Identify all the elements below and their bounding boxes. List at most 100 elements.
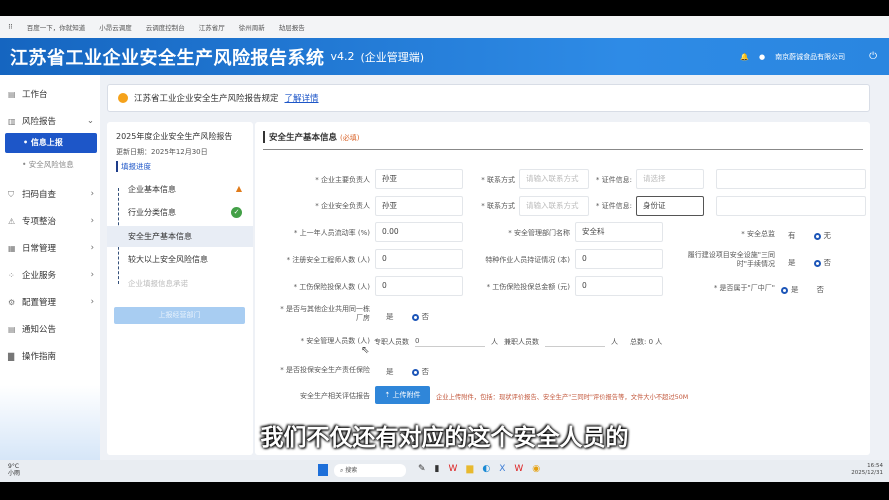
main-person-input[interactable]: 孙亚 bbox=[375, 169, 463, 189]
contact-input[interactable]: 请输入联系方式 bbox=[519, 169, 589, 189]
chevron-right-icon: › bbox=[90, 189, 94, 199]
bookmark[interactable]: 徐州周新 bbox=[239, 22, 265, 32]
label: * 安全管理人员数 (人) bbox=[300, 337, 370, 345]
apps-icon[interactable]: ⠿ bbox=[8, 23, 13, 31]
warning-icon: ▲ bbox=[235, 184, 242, 193]
sidebar-item-label: 日常管理 bbox=[22, 244, 57, 254]
folder-icon[interactable]: ▆ bbox=[466, 464, 473, 474]
step-major-risk[interactable]: 较大以上安全风险信息 bbox=[114, 254, 244, 265]
report-icon: ▥ bbox=[8, 116, 16, 126]
step-industry[interactable]: 行业分类信息 ✓ bbox=[114, 207, 244, 219]
notice-icon: ▤ bbox=[8, 324, 16, 334]
upload-button[interactable]: ⇡ 上传附件 bbox=[375, 386, 430, 404]
sidebar-item-label: 风险报告 bbox=[22, 117, 57, 127]
insurance-radio[interactable]: 是否 bbox=[386, 366, 429, 377]
app-icon[interactable]: ✎ bbox=[418, 464, 426, 474]
label: * 注册安全工程师人数 (人) bbox=[286, 256, 370, 264]
wps-icon[interactable]: W bbox=[514, 464, 523, 474]
notice-text: 江苏省工业企业安全生产风险报告规定 bbox=[134, 94, 279, 104]
label: * 企业安全负责人 bbox=[315, 202, 370, 210]
step-safety-basic[interactable]: 安全生产基本信息 bbox=[107, 226, 253, 247]
bell-icon[interactable]: 🔔 bbox=[740, 53, 749, 61]
label: * 是否投保安全生产责任保险 bbox=[280, 366, 370, 374]
grid-icon: ⁘ bbox=[8, 270, 15, 280]
notice-link[interactable]: 了解详情 bbox=[285, 92, 319, 104]
power-icon[interactable]: ⏻ bbox=[869, 51, 877, 62]
version: v4.2 bbox=[330, 50, 355, 63]
shared-radio[interactable]: 是否 bbox=[386, 311, 429, 322]
dept-input[interactable]: 安全科 bbox=[575, 222, 663, 242]
injury-count-input[interactable]: 0 bbox=[375, 276, 463, 296]
label: * 上一年人员流动率 (%) bbox=[293, 229, 370, 237]
sidebar-item-service[interactable]: ⁘ 企业服务 › bbox=[8, 265, 98, 285]
bookmark[interactable]: 百度一下，你就知道 bbox=[27, 22, 86, 32]
progress-heading: 填报进度 bbox=[116, 161, 151, 172]
step-label: 安全生产基本信息 bbox=[128, 232, 192, 241]
dashboard-icon: ▤ bbox=[8, 89, 16, 99]
parttime-input[interactable] bbox=[545, 337, 605, 347]
label: * 联系方式 bbox=[481, 176, 515, 184]
progress-panel: 2025年度企业安全生产风险报告 更新日期：2025年12月30日 填报进度 企… bbox=[107, 122, 253, 455]
sidebar-item-notice[interactable]: ▤ 通知公告 bbox=[8, 319, 98, 339]
sidebar-item-label: 扫码自查 bbox=[22, 190, 57, 200]
chevron-down-icon: ⌄ bbox=[86, 116, 94, 126]
company-name[interactable]: 南京蔚诚食品有限公司 bbox=[775, 52, 845, 62]
sidebar-item-risk-report[interactable]: ▥ 风险报告 ⌄ bbox=[8, 111, 98, 131]
sidebar-item-special[interactable]: ⚠ 专项整治 › bbox=[8, 211, 98, 231]
cert-number-input[interactable] bbox=[716, 169, 866, 189]
weather-widget[interactable]: 9°C 小雨 bbox=[8, 463, 20, 477]
cert-select[interactable]: 身份证 bbox=[636, 196, 704, 216]
clock[interactable]: 16:54 2025/12/31 bbox=[851, 463, 883, 477]
mouse-cursor-icon: ⇖ bbox=[361, 345, 370, 356]
sidebar-item-config[interactable]: ⚙ 配置管理 › bbox=[8, 292, 98, 312]
sidebar-subitem-info-upload[interactable]: • 信息上报 bbox=[5, 133, 97, 153]
label: * 联系方式 bbox=[481, 202, 515, 210]
upload-hint: 企业上传附件，包括：现状评价报告、安全生产"三同时"评价报告等，文件大小不超过5… bbox=[436, 394, 689, 401]
label: * 工伤保险投保人数 (人) bbox=[293, 283, 370, 291]
fulltime-input[interactable]: 0 bbox=[415, 337, 485, 347]
wps-icon[interactable]: W bbox=[449, 464, 458, 474]
app-icon[interactable]: X bbox=[499, 464, 505, 474]
windows-start-icon[interactable] bbox=[318, 464, 328, 476]
chrome-icon[interactable]: ◉ bbox=[532, 464, 540, 474]
turnover-input[interactable]: 0.00 bbox=[375, 222, 463, 242]
notice-banner: 江苏省工业企业安全生产风险报告规定 了解详情 bbox=[107, 84, 870, 112]
chevron-right-icon: › bbox=[90, 243, 94, 253]
sidebar-item-guide[interactable]: ▇ 操作指南 bbox=[8, 346, 98, 366]
label: * 安全总监 bbox=[741, 230, 775, 238]
taskbar: 9°C 小雨 ⌕ 搜索 ✎ ▮ W ▆ ◐ X W ◉ 16:54 2025/12/31 bbox=[0, 460, 889, 482]
calendar-icon: ▦ bbox=[8, 243, 16, 253]
warning-icon: ⚠ bbox=[8, 216, 16, 226]
sidebar-item-daily[interactable]: ▦ 日常管理 › bbox=[8, 238, 98, 258]
engineers-input[interactable]: 0 bbox=[375, 249, 463, 269]
edge-icon[interactable]: ◐ bbox=[482, 464, 490, 474]
bookmark[interactable]: 小昂云调度 bbox=[99, 22, 132, 32]
sidebar-subitem-risk-info[interactable]: • 安全风险信息 bbox=[22, 159, 74, 170]
special-input[interactable]: 0 bbox=[575, 249, 663, 269]
sidebar-item-workbench[interactable]: ▤ 工作台 bbox=[8, 84, 98, 104]
three-same-radio[interactable]: 是否 bbox=[788, 257, 831, 268]
sidebar-item-scan[interactable]: ⛉ 扫码自查 › bbox=[8, 184, 98, 204]
bookmark[interactable]: 江苏省厅 bbox=[199, 22, 225, 32]
contact-input[interactable]: 请输入联系方式 bbox=[519, 196, 589, 216]
factory-radio[interactable]: 是否 bbox=[781, 284, 824, 295]
step-commitment: 企业填报信息承诺 bbox=[114, 278, 244, 289]
cert-select[interactable]: 请选择 bbox=[636, 169, 704, 189]
label: 特种作业人员持证情况 (本) bbox=[485, 256, 570, 264]
app-header: 江苏省工业企业安全生产风险报告系统 v4.2 (企业管理端) 🔔 ● 南京蔚诚食… bbox=[0, 38, 889, 75]
step-label: 较大以上安全风险信息 bbox=[128, 255, 208, 264]
taskbar-search[interactable]: ⌕ 搜索 bbox=[334, 464, 406, 477]
label: * 是否属于"厂中厂" bbox=[713, 284, 775, 292]
bookmark[interactable]: 劫层报告 bbox=[279, 22, 305, 32]
bookmark[interactable]: 云调度控制台 bbox=[146, 22, 185, 32]
cert-number-input[interactable] bbox=[716, 196, 866, 216]
safety-person-input[interactable]: 孙亚 bbox=[375, 196, 463, 216]
step-basic-info[interactable]: 企业基本信息 ▲ bbox=[114, 184, 244, 196]
submit-button[interactable]: 上报经营部门 bbox=[114, 307, 245, 324]
injury-amount-input[interactable]: 0 bbox=[575, 276, 663, 296]
sidebar-item-label: 操作指南 bbox=[22, 352, 57, 362]
label: * 安全管理部门名称 bbox=[508, 229, 570, 237]
total-count: 总数: 0 人 bbox=[630, 338, 663, 346]
app-icon[interactable]: ▮ bbox=[435, 464, 440, 474]
supervisor-radio[interactable]: 有无 bbox=[788, 230, 831, 241]
